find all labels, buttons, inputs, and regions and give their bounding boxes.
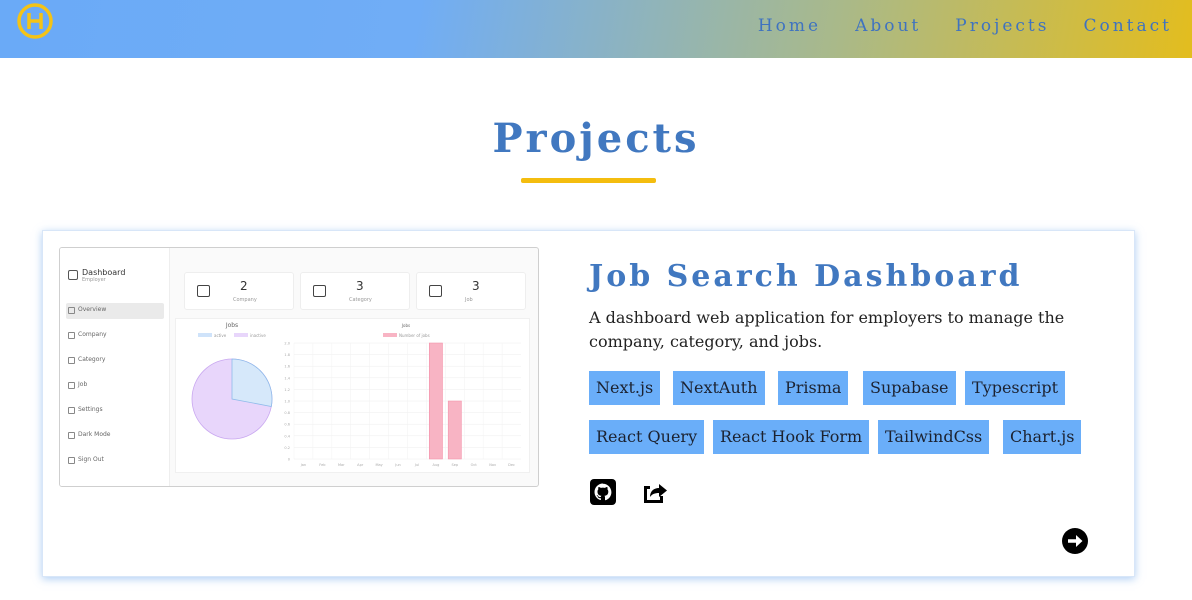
screenshot-brand: Dashboard [82,268,126,277]
y-tick-label: 0.4 [284,434,290,438]
title-underline [521,178,656,183]
tech-tag: NextAuth [673,371,765,405]
bar [447,400,462,460]
x-tick-label: Feb [319,463,326,467]
stat-label: Job [465,297,473,303]
tech-tag: React Hook Form [713,420,870,454]
screenshot-stat-card: 3 Job [416,272,526,310]
tech-tag: React Query [589,420,705,454]
y-tick-label: 1.6 [284,365,290,369]
tech-tag: Typescript [965,371,1066,405]
x-tick-label: Nov [489,463,496,467]
external-share-icon[interactable] [640,478,668,506]
bar-title: Jobs [401,323,410,328]
tech-tag: Supabase [863,371,956,405]
pie-slice [231,358,273,407]
x-tick-label: Jul [414,463,419,467]
stat-label: Category [349,297,372,303]
stat-value: 2 [240,279,248,293]
project-card: Dashboard Employer Overview Company Cate… [42,230,1135,577]
github-icon[interactable] [589,478,617,506]
stat-value: 3 [472,279,480,293]
screenshot-brand-sub: Employer [82,277,106,283]
stat-value: 3 [356,279,364,293]
nav-home-link[interactable]: Home [758,15,821,37]
cube-icon [429,285,442,297]
screenshot-menu-item: Settings [66,403,164,428]
pie-legend-label: inactive [250,333,266,338]
y-tick-label: 0.6 [284,423,290,427]
project-description: A dashboard web application for employer… [589,308,1065,351]
bar [429,342,443,460]
stat-label: Company [233,297,257,303]
x-tick-label: Oct [471,463,478,467]
pie-legend-label: active [214,333,227,338]
screenshot-menu: Overview Company Category Job Settings D… [66,303,164,478]
screenshot-sidebar: Dashboard Employer Overview Company Cate… [60,248,170,486]
y-tick-label: 0.2 [284,446,290,450]
y-tick-label: 1.8 [284,353,290,357]
pie-legend-swatch [234,333,248,337]
x-tick-label: Sep [451,463,458,467]
x-tick-label: Dec [508,463,515,467]
screenshot-charts: Jobs active inactive Jobs Number of jobs… [191,322,521,467]
x-tick-label: May [376,463,383,467]
nav-contact-link[interactable]: Contact [1083,15,1172,37]
screenshot-stat-card: 2 Company [184,272,294,310]
main-nav: Home About Projects Contact [724,15,1172,37]
section-title: Projects [492,115,700,162]
bar-chart: 2.0 1.8 1.6 1.4 1.2 1.0 0.8 0.6 0.4 0.2 0 Jan Feb Mar… [284,342,521,467]
bar-legend-swatch [383,333,397,337]
y-tick-label: 1.0 [284,400,290,404]
dashboard-grid-icon [68,270,78,280]
nav-about-link[interactable]: About [855,15,921,37]
pie-title: Jobs [225,322,238,329]
pie-legend-swatch [198,333,212,337]
screenshot-menu-item: Sign Out [66,453,164,478]
y-tick-label: 2.0 [284,342,290,346]
tech-tag: Chart.js [1003,420,1082,454]
project-info: Job Search Dashboard A dashboard web app… [589,259,1109,354]
project-screenshot: Dashboard Employer Overview Company Cate… [59,247,539,487]
logo-h-icon[interactable] [16,2,54,40]
project-title: Job Search Dashboard [589,259,1023,294]
nav-projects-link[interactable]: Projects [955,15,1049,37]
x-tick-label: Mar [338,463,345,467]
y-tick-label: 1.4 [284,376,290,380]
tech-tag: Prisma [778,371,849,405]
tech-tag: TailwindCss [878,420,990,454]
screenshot-menu-item: Job [66,378,164,403]
screenshot-menu-item: Overview [66,303,164,319]
y-tick-label: 1.2 [284,388,290,392]
pie-chart [191,358,273,440]
y-tick-label: 0 [288,458,290,462]
arrow-right-circle-icon[interactable] [1061,527,1089,555]
screenshot-chart-panel: Jobs active inactive Jobs Number of jobs… [175,318,530,473]
screenshot-menu-item: Category [66,353,164,378]
screenshot-menu-item: Dark Mode [66,428,164,453]
x-tick-label: Aug [432,463,439,467]
bar-legend-label: Number of jobs [399,333,430,338]
screenshot-menu-item: Company [66,328,164,353]
x-tick-label: Jan [300,463,306,467]
building-icon [197,285,210,297]
x-tick-label: Jun [394,463,400,467]
tech-tag: Next.js [589,371,661,405]
x-tick-label: Apr [357,463,364,467]
screenshot-stat-card: 3 Category [300,272,410,310]
archive-icon [313,285,326,297]
y-tick-label: 0.8 [284,411,290,415]
top-navbar: Home About Projects Contact [0,0,1192,58]
